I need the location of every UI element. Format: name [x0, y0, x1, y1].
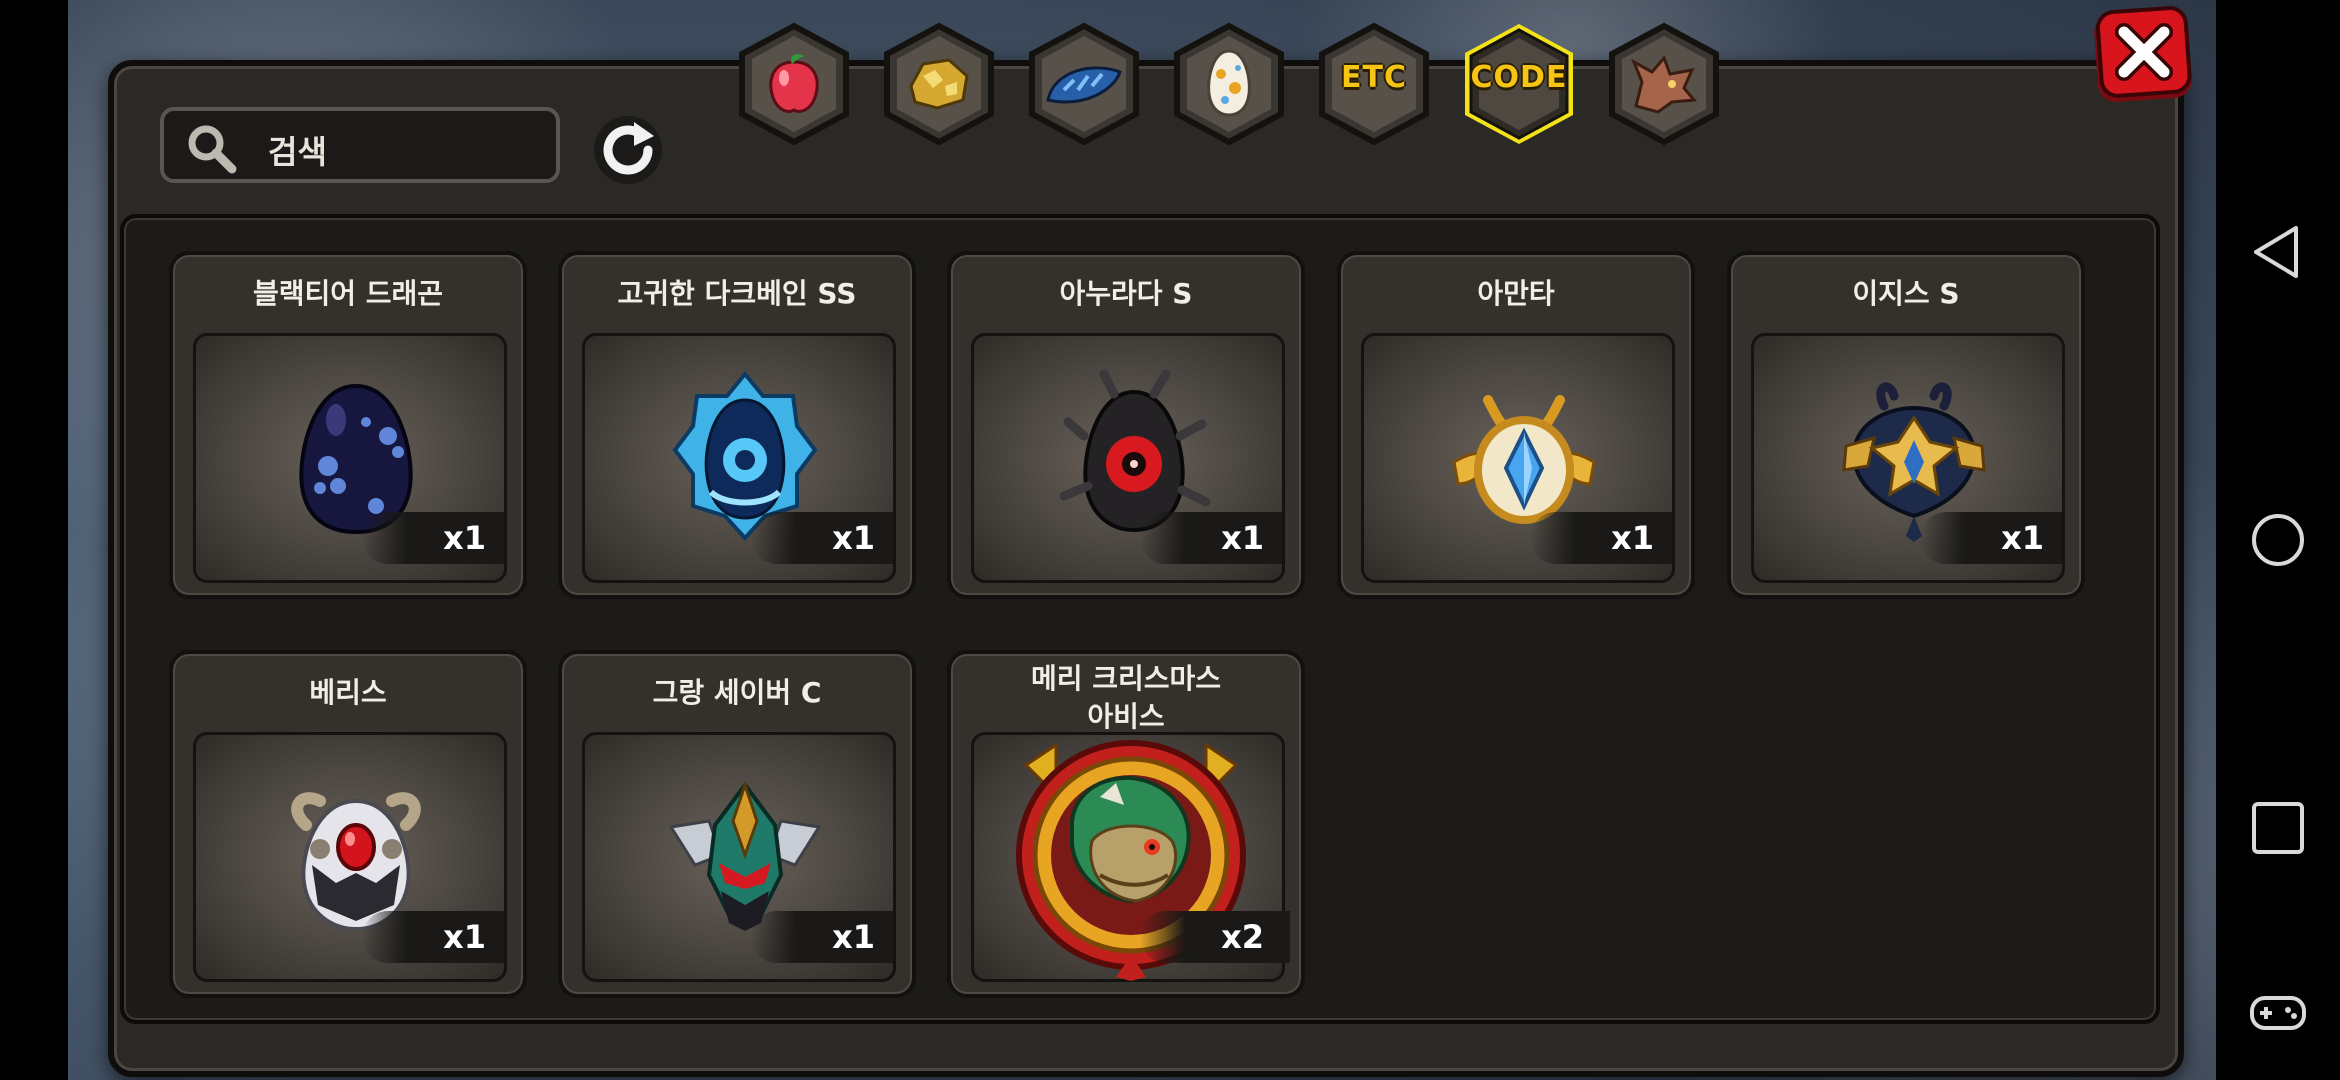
- red-fruit-icon: [769, 54, 819, 113]
- spotted-egg-icon: [1207, 49, 1251, 117]
- item-quantity-badge: x1: [362, 512, 504, 564]
- refresh-button[interactable]: [590, 112, 666, 188]
- search-placeholder: 검색: [268, 133, 327, 171]
- item-title: 이지스 S: [1852, 277, 1960, 310]
- item-quantity-badge: x1: [751, 512, 893, 564]
- item-quantity-badge: x1: [362, 911, 504, 963]
- item-image-frame: x1: [193, 732, 507, 982]
- item-card[interactable]: 이지스 S x1: [1727, 251, 2085, 599]
- item-quantity: x1: [2001, 519, 2044, 557]
- search-icon: [188, 125, 237, 174]
- ore-tab[interactable]: [877, 22, 1001, 146]
- item-card[interactable]: 아누라다 S x1: [947, 251, 1305, 599]
- recents-icon[interactable]: [2246, 796, 2310, 860]
- item-quantity-badge: x1: [1140, 512, 1282, 564]
- item-card[interactable]: 아만타 x1: [1337, 251, 1695, 599]
- blue-dragon-scale-icon: [1046, 66, 1122, 104]
- item-title: 아만타: [1477, 277, 1555, 310]
- item-image-frame: x1: [1361, 333, 1675, 583]
- item-image-frame: x2: [971, 732, 1290, 982]
- item-image-frame: x1: [193, 333, 507, 583]
- etc-tab-label: ETC: [1341, 60, 1407, 95]
- item-title: 베리스: [309, 676, 387, 709]
- code-tab[interactable]: CODE: [1457, 22, 1581, 146]
- back-icon[interactable]: [2246, 220, 2310, 284]
- etc-tab[interactable]: ETC: [1312, 22, 1436, 146]
- item-quantity: x1: [443, 918, 486, 956]
- item-title: 고귀한 다크베인 SS: [617, 277, 857, 310]
- item-image-frame: x1: [582, 732, 896, 982]
- item-quantity: x1: [832, 519, 875, 557]
- egg-tab[interactable]: [1167, 22, 1291, 146]
- item-card[interactable]: 블랙티어 드래곤 x1: [169, 251, 527, 599]
- code-tab-label: CODE: [1470, 60, 1568, 95]
- item-title: 아누라다 S: [1059, 277, 1193, 310]
- item-quantity-badge: x1: [1530, 512, 1672, 564]
- system-navigation-bar: [2216, 0, 2340, 1080]
- item-quantity: x1: [832, 918, 875, 956]
- item-quantity-badge: x2: [1140, 911, 1290, 963]
- item-title: 블랙티어 드래곤: [252, 277, 444, 310]
- item-card[interactable]: 메리 크리스마스 아비스 x2: [947, 650, 1305, 998]
- home-icon[interactable]: [2246, 508, 2310, 572]
- close-button[interactable]: [2090, 6, 2196, 106]
- item-image-frame: x1: [582, 333, 896, 583]
- gamepad-icon[interactable]: [2246, 980, 2310, 1044]
- item-quantity: x1: [443, 519, 486, 557]
- item-quantity-badge: x1: [751, 911, 893, 963]
- scale-tab[interactable]: [1022, 22, 1146, 146]
- search-input[interactable]: 검색: [160, 107, 560, 183]
- fruit-tab[interactable]: [732, 22, 856, 146]
- item-card[interactable]: 베리스 x1: [169, 650, 527, 998]
- item-card[interactable]: 고귀한 다크베인 SS x1: [558, 251, 916, 599]
- item-quantity: x1: [1611, 519, 1654, 557]
- item-card[interactable]: 그랑 세이버 C x1: [558, 650, 916, 998]
- item-image-frame: x1: [1751, 333, 2065, 583]
- item-quantity: x2: [1221, 918, 1264, 956]
- gold-ore-icon: [909, 58, 969, 110]
- item-title: 그랑 세이버 C: [652, 676, 822, 709]
- item-quantity: x1: [1221, 519, 1264, 557]
- item-image-frame: x1: [971, 333, 1285, 583]
- dragon-tab[interactable]: [1602, 22, 1726, 146]
- dragon-head-icon: [1631, 55, 1697, 114]
- item-quantity-badge: x1: [1920, 512, 2062, 564]
